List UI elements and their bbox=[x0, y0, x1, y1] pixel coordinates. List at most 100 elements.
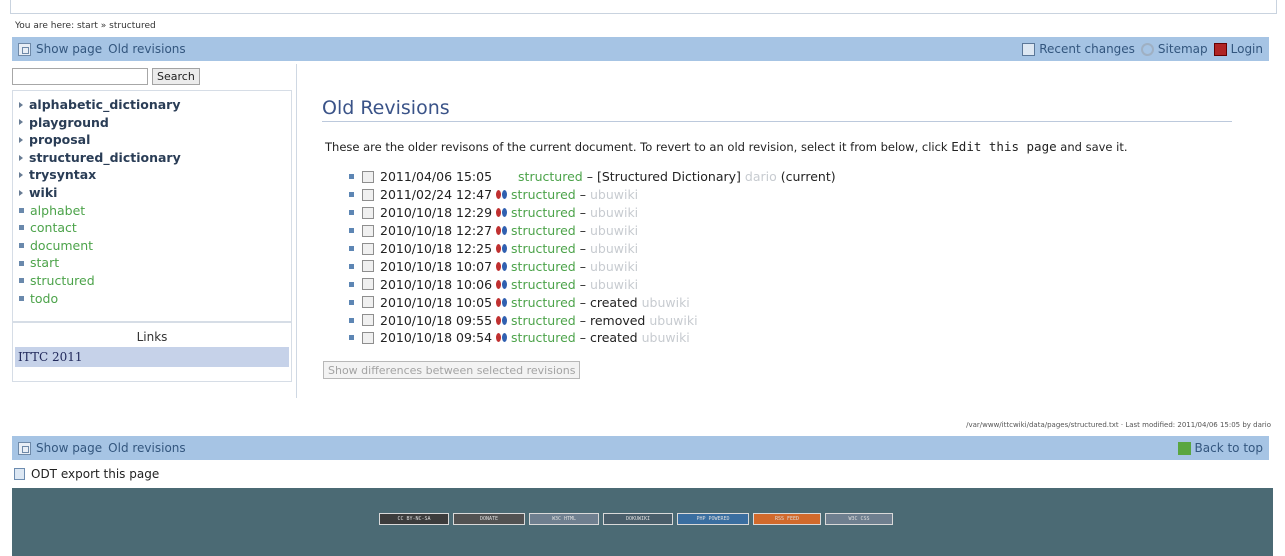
sidebar-item-label: alphabetic_dictionary bbox=[29, 97, 181, 112]
revision-checkbox[interactable] bbox=[362, 331, 374, 344]
show-page-link-bottom[interactable]: Show page bbox=[18, 441, 102, 455]
sidebar-item[interactable]: start bbox=[19, 254, 181, 272]
revision-date: 2010/10/18 09:54 bbox=[380, 330, 493, 346]
bullet-icon bbox=[349, 335, 354, 341]
footer-badge[interactable]: CC BY-NC-SA bbox=[379, 513, 449, 525]
revision-page-link[interactable]: structured bbox=[511, 277, 576, 292]
revision-user: ubuwiki bbox=[589, 187, 639, 203]
folder-arrow-icon bbox=[19, 136, 23, 143]
search-input[interactable] bbox=[12, 68, 148, 85]
revision-date: 2011/04/06 15:05 bbox=[380, 169, 493, 185]
revision-page-link[interactable]: structured bbox=[511, 187, 576, 202]
odt-export-link[interactable]: ODT export this page bbox=[14, 467, 159, 481]
footer-badge[interactable]: DOKUWIKI bbox=[603, 513, 673, 525]
sidebar-item[interactable]: playground bbox=[19, 114, 181, 132]
bullet-icon bbox=[19, 225, 24, 231]
show-page-link[interactable]: Show page bbox=[18, 42, 102, 56]
sidebar-item[interactable]: wiki bbox=[19, 184, 181, 202]
sidebar-item-label: alphabet bbox=[30, 202, 86, 218]
old-revisions-link-bottom[interactable]: Old revisions bbox=[108, 441, 185, 455]
sidebar-item-label: todo bbox=[30, 290, 59, 306]
sitemap-link[interactable]: Sitemap bbox=[1140, 42, 1208, 56]
old-revisions-link[interactable]: Old revisions bbox=[108, 42, 185, 56]
diff-icon[interactable] bbox=[496, 330, 509, 345]
revision-user: ubuwiki bbox=[589, 258, 639, 274]
sidebar-item[interactable]: structured_dictionary bbox=[19, 149, 181, 167]
sidebar-item[interactable]: todo bbox=[19, 290, 181, 308]
revision-page-link[interactable]: structured bbox=[511, 205, 576, 220]
revision-date: 2010/10/18 09:55 bbox=[380, 312, 493, 328]
footer-badge[interactable]: PHP POWERED bbox=[677, 513, 749, 525]
login-link[interactable]: Login bbox=[1213, 42, 1263, 56]
page-icon bbox=[18, 42, 31, 56]
bullet-icon bbox=[19, 295, 24, 301]
odt-export-label: ODT export this page bbox=[31, 467, 160, 481]
revision-checkbox[interactable] bbox=[362, 170, 374, 183]
revision-checkbox[interactable] bbox=[362, 278, 374, 291]
navigation-list: alphabetic_dictionary playground proposal s… bbox=[19, 96, 181, 307]
revision-user: ubuwiki bbox=[589, 276, 639, 292]
show-differences-button[interactable]: Show differences between selected revisi… bbox=[323, 361, 581, 379]
navigation-box: alphabetic_dictionary playground proposal s… bbox=[12, 90, 292, 322]
bullet-icon bbox=[349, 174, 354, 180]
search-form: Search bbox=[12, 68, 200, 85]
revision-checkbox[interactable] bbox=[362, 296, 374, 309]
revision-checkbox[interactable] bbox=[362, 314, 374, 327]
links-item-ittc-2011[interactable]: ITTC 2011 bbox=[15, 347, 289, 367]
sidebar-item[interactable]: alphabetic_dictionary bbox=[19, 96, 181, 114]
revision-checkbox[interactable] bbox=[362, 188, 374, 201]
sidebar-item[interactable]: trysyntax bbox=[19, 166, 181, 184]
footer-badge[interactable]: W3C HTML bbox=[529, 513, 599, 525]
login-icon bbox=[1213, 42, 1227, 56]
revision-page-link[interactable]: structured bbox=[518, 169, 583, 184]
revision-checkbox[interactable] bbox=[362, 224, 374, 237]
diff-icon[interactable] bbox=[496, 259, 509, 274]
sidebar-item[interactable]: contact bbox=[19, 219, 181, 237]
revision-date: 2011/02/24 12:47 bbox=[380, 187, 493, 203]
sidebar-item-label: document bbox=[30, 237, 94, 253]
recent-changes-link[interactable]: Recent changes bbox=[1022, 42, 1135, 56]
sitemap-label: Sitemap bbox=[1157, 42, 1208, 56]
revision-separator: – bbox=[579, 205, 586, 221]
sidebar-item[interactable]: alphabet bbox=[19, 202, 181, 220]
bullet-icon bbox=[19, 278, 24, 284]
diff-icon[interactable] bbox=[496, 277, 509, 292]
revision-page-link[interactable]: structured bbox=[511, 259, 576, 274]
back-to-top-icon bbox=[1177, 441, 1191, 455]
sidebar-item[interactable]: structured bbox=[19, 272, 181, 290]
diff-icon[interactable] bbox=[496, 241, 509, 256]
revision-checkbox[interactable] bbox=[362, 260, 374, 273]
footer-badge[interactable]: RSS FEED bbox=[753, 513, 821, 525]
sidebar-item[interactable]: document bbox=[19, 237, 181, 255]
top-frame bbox=[10, 0, 1277, 14]
revision-page-link[interactable]: structured bbox=[511, 330, 576, 345]
diff-icon[interactable] bbox=[496, 313, 509, 328]
bullet-icon bbox=[349, 317, 354, 323]
revision-row: 2010/10/18 10:06 structured – ubuwiki bbox=[349, 275, 836, 293]
folder-arrow-icon bbox=[19, 119, 23, 126]
diff-icon[interactable] bbox=[496, 223, 509, 238]
sitemap-icon bbox=[1140, 42, 1154, 56]
back-to-top-link[interactable]: Back to top bbox=[1177, 441, 1263, 455]
revision-checkbox[interactable] bbox=[362, 206, 374, 219]
diff-icon[interactable] bbox=[496, 187, 509, 202]
intro-text-before: These are the older revisons of the curr… bbox=[325, 140, 948, 154]
sidebar-item[interactable]: proposal bbox=[19, 131, 181, 149]
search-button[interactable]: Search bbox=[152, 68, 200, 85]
footer-badge[interactable]: W3C CSS bbox=[825, 513, 893, 525]
sidebar-item-label: structured bbox=[30, 272, 95, 288]
links-box: Links ITTC 2011 bbox=[12, 322, 292, 382]
revision-row: 2010/10/18 12:25 structured – ubuwiki bbox=[349, 240, 836, 258]
revision-date: 2010/10/18 10:06 bbox=[380, 276, 493, 292]
revision-page-link[interactable]: structured bbox=[511, 223, 576, 238]
sidebar: Search alphabetic_dictionary playground pr… bbox=[12, 64, 297, 398]
diff-icon[interactable] bbox=[496, 295, 509, 310]
current-marker: (current) bbox=[780, 169, 836, 185]
footer-badge[interactable]: DONATE bbox=[453, 513, 525, 525]
revision-page-link[interactable]: structured bbox=[511, 313, 576, 328]
bullet-icon bbox=[19, 243, 24, 249]
diff-icon[interactable] bbox=[496, 205, 509, 220]
revision-checkbox[interactable] bbox=[362, 242, 374, 255]
revision-page-link[interactable]: structured bbox=[511, 295, 576, 310]
revision-page-link[interactable]: structured bbox=[511, 241, 576, 256]
